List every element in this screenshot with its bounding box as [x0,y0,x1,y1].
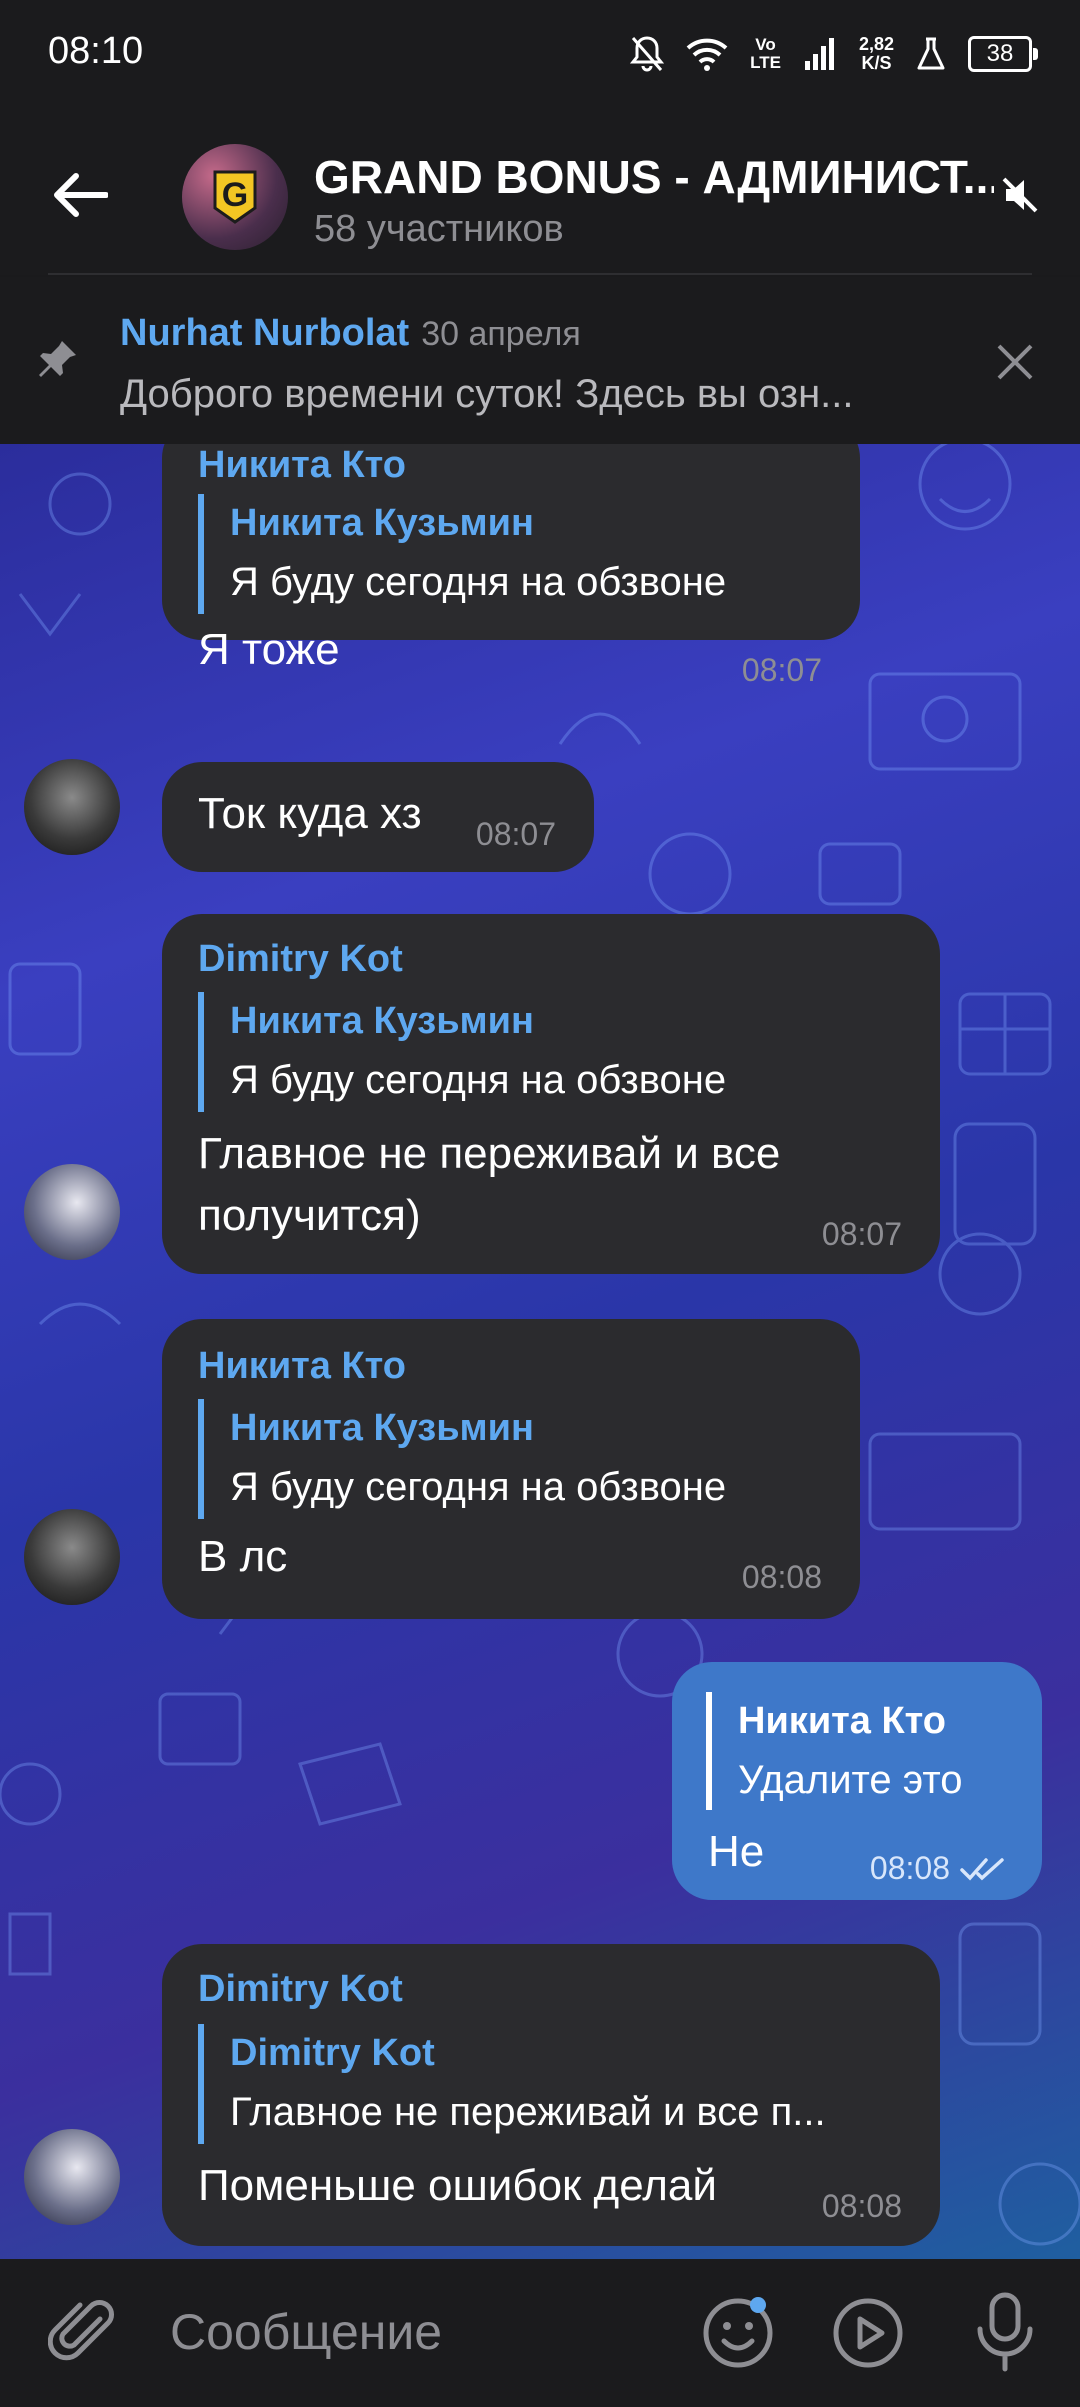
message-text: Главное не переживай и все [198,1129,781,1178]
pinned-date: 30 апреля [421,315,581,353]
message-time: 08:08 [870,1850,1006,1887]
message-text: Я тоже [198,625,340,674]
reply-text: Я буду сегодня на обзвоне [230,1058,727,1102]
double-check-icon [960,1857,1004,1881]
chat-header: G GRAND BONUS - АДМИНИСТ... 58 участнико… [0,110,1080,275]
message-bubble[interactable]: Ток куда хз 08:07 [162,762,594,872]
reply-text: Я буду сегодня на обзвоне [230,560,727,604]
message-input-bar: Сообщение [0,2259,1080,2407]
pinned-sender: Nurhat Nurbolat 30 апреля [120,312,581,354]
chat-title[interactable]: GRAND BONUS - АДМИНИСТ... [314,150,994,204]
group-logo-icon: G [213,170,257,224]
reply-sender: Dimitry Kot [230,2032,435,2074]
avatar[interactable] [24,1164,120,1260]
close-icon [997,344,1033,380]
back-arrow-icon [54,173,108,217]
volte-indicator: Vo LTE [750,35,781,72]
chat-subtitle: 58 участников [314,208,564,250]
reply-sender: Никита Кузьмин [230,502,534,544]
outgoing-message-bubble[interactable]: Никита Кто Удалите это Не 08:08 [672,1662,1042,1900]
svg-text:G: G [222,176,248,214]
reply-quote[interactable]: Никита Кузьмин Я буду сегодня на обзвоне [198,1399,726,1519]
message-input[interactable]: Сообщение [170,2303,442,2361]
message-time: 08:07 [821,1216,902,1252]
attach-button[interactable] [47,2297,120,2374]
message-bubble[interactable]: Dimitry Kot Dimitry Kot Главное не переж… [162,1944,940,2246]
wifi-icon [686,38,728,71]
message-time: 08:07 [741,652,822,688]
message-sender[interactable]: Никита Кто [198,444,406,487]
reply-quote[interactable]: Никита Кузьмин Я буду сегодня на обзвоне [198,992,726,1112]
flask-icon [917,37,945,70]
message-sender[interactable]: Dimitry Kot [198,1968,403,2011]
message-time: 08:07 [475,816,556,852]
reply-text: Я буду сегодня на обзвоне [230,1465,727,1509]
message-sender[interactable]: Никита Кто [198,1345,406,1388]
message-text: получится) [198,1191,421,1240]
reply-sender: Никита Кузьмин [230,1407,534,1449]
network-speed: 2,82 K/S [858,34,894,73]
notifications-off-icon [630,36,665,72]
header-divider [48,273,1032,275]
mute-icon [1002,177,1038,213]
avatar[interactable] [24,759,120,855]
signal-icon [804,38,834,70]
emoji-badge [750,2297,766,2313]
avatar[interactable] [24,2129,120,2225]
message-text: Поменьше ошибок делай [198,2161,717,2210]
pinned-text: Доброго времени суток! Здесь вы озн... [120,372,854,416]
reply-quote[interactable]: Никита Кузьмин Я буду сегодня на обзвоне [198,494,726,614]
reply-quote[interactable]: Dimitry Kot Главное не переживай и все п… [198,2024,826,2144]
pin-icon [39,341,76,377]
message-bubble[interactable]: Dimitry Kot Никита Кузьмин Я буду сегодн… [162,914,940,1274]
message-sender[interactable]: Dimitry Kot [198,938,403,981]
mic-button[interactable] [972,2291,1038,2378]
avatar[interactable] [24,1509,120,1605]
message-bubble[interactable]: Никита Кто Никита Кузьмин Я буду сегодня… [162,444,860,688]
close-pinned-button[interactable] [980,327,1050,397]
reply-quote[interactable]: Никита Кто Удалите это [706,1692,962,1810]
message-time: 08:08 [741,1559,822,1595]
status-time: 08:10 [48,30,144,72]
pinned-message[interactable]: Nurhat Nurbolat 30 апреля Доброго времени… [0,277,1080,444]
message-time: 08:08 [821,2188,902,2224]
message-text: Не [708,1827,765,1876]
battery-indicator: 38 [968,36,1038,72]
status-bar: 08:10 Vo LTE 2,82 K/S 38 [0,0,1080,110]
back-button[interactable] [40,155,120,235]
chat-area[interactable]: Никита Кто Никита Кузьмин Я буду сегодня… [0,444,1080,2259]
message-text: Ток куда хз [198,789,422,838]
gif-button[interactable] [830,2295,906,2376]
group-avatar[interactable]: G [182,144,288,250]
gif-icon [833,2298,903,2368]
reply-text: Главное не переживай и все п... [230,2090,826,2134]
reply-text: Удалите это [738,1758,963,1802]
reply-sender: Никита Кузьмин [230,1000,534,1042]
attach-icon [47,2300,114,2361]
status-icons: Vo LTE 2,82 K/S 38 [630,28,1038,80]
mic-icon [977,2292,1033,2372]
message-text: В лс [198,1532,288,1581]
mute-button[interactable] [980,155,1060,235]
message-bubble[interactable]: Никита Кто Никита Кузьмин Я буду сегодня… [162,1319,860,1619]
reply-sender: Никита Кто [738,1700,946,1742]
